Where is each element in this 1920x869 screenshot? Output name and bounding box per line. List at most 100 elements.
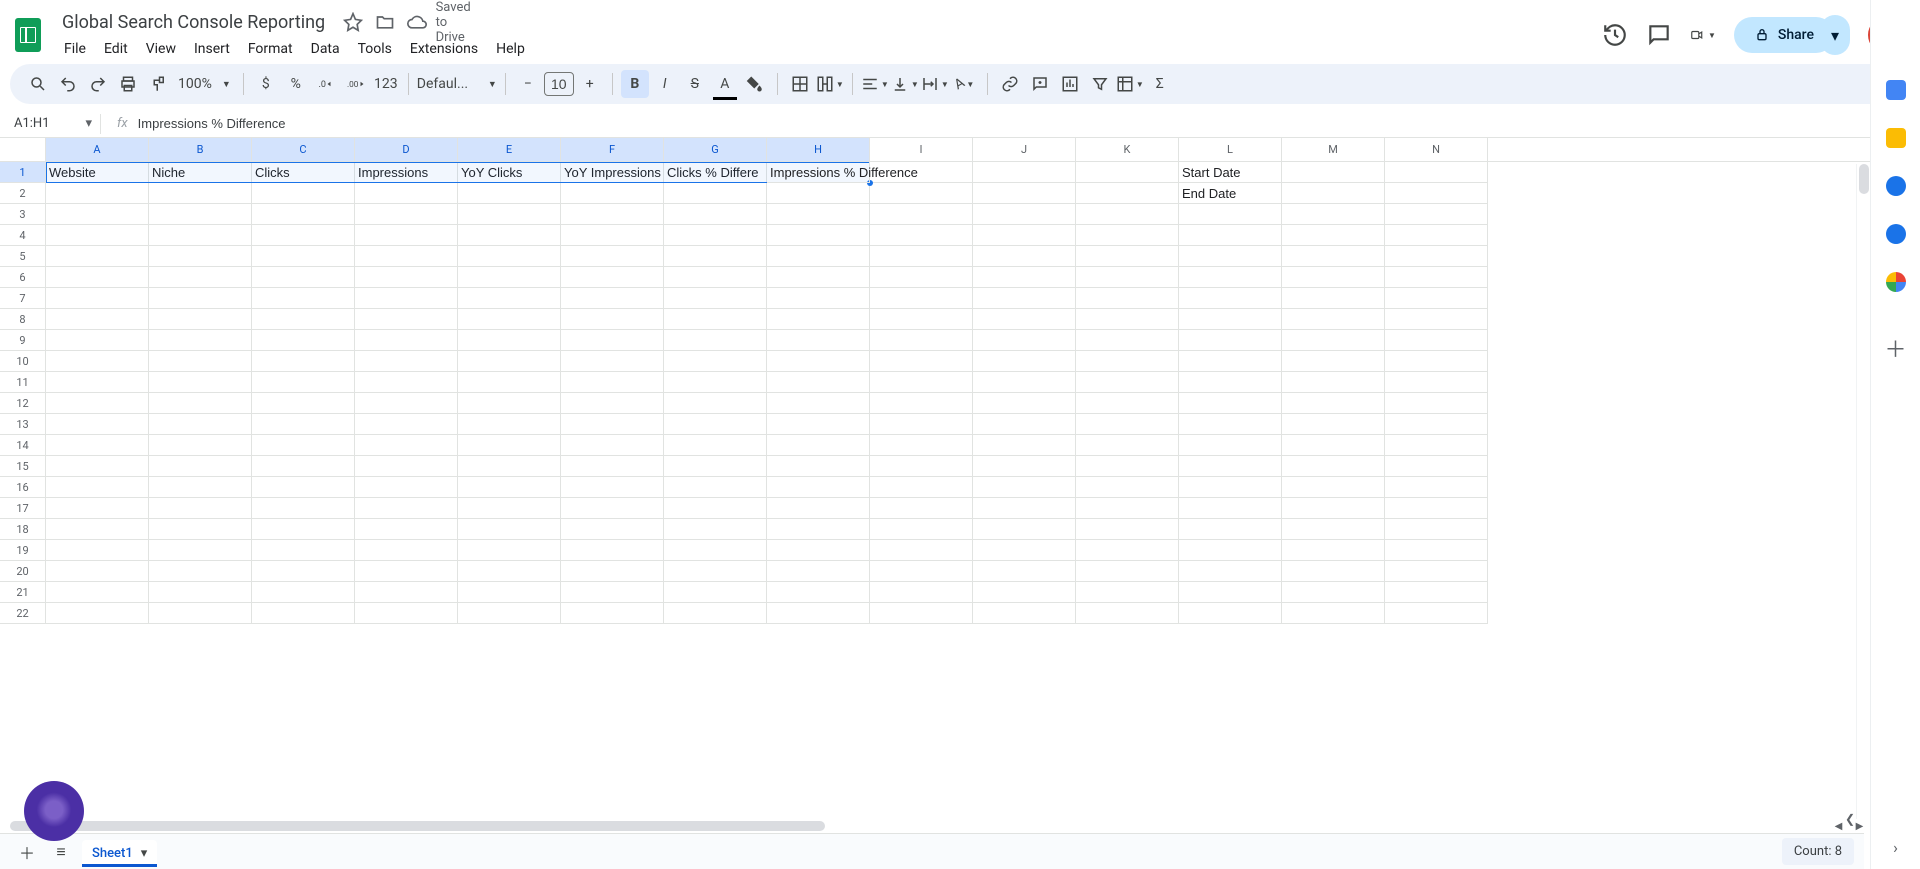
cell[interactable] [149, 603, 252, 624]
cell[interactable] [46, 225, 149, 246]
cell[interactable] [973, 330, 1076, 351]
row-header[interactable]: 20 [0, 561, 46, 582]
cell[interactable] [458, 603, 561, 624]
zoom-select[interactable]: 100%▼ [174, 76, 235, 92]
menu-format[interactable]: Format [240, 37, 301, 61]
col-header[interactable]: E [458, 138, 561, 161]
cell[interactable] [149, 456, 252, 477]
cell[interactable] [973, 288, 1076, 309]
cell[interactable] [1385, 414, 1488, 435]
cell[interactable] [1282, 456, 1385, 477]
cell[interactable] [149, 519, 252, 540]
cell[interactable] [1385, 540, 1488, 561]
move-icon[interactable] [375, 12, 395, 32]
cell[interactable] [355, 498, 458, 519]
row-header[interactable]: 14 [0, 435, 46, 456]
strikethrough-button[interactable]: S [681, 70, 709, 98]
cell[interactable] [664, 183, 767, 204]
cell[interactable] [664, 582, 767, 603]
fill-color-button[interactable] [741, 70, 769, 98]
cell[interactable] [46, 288, 149, 309]
cell[interactable] [1282, 498, 1385, 519]
cell[interactable] [46, 603, 149, 624]
row-header[interactable]: 22 [0, 603, 46, 624]
cell[interactable] [458, 288, 561, 309]
cell[interactable] [252, 246, 355, 267]
cell[interactable] [252, 561, 355, 582]
cell[interactable] [355, 414, 458, 435]
cell[interactable] [1282, 393, 1385, 414]
cell[interactable] [46, 246, 149, 267]
cell[interactable] [1282, 288, 1385, 309]
cell[interactable] [664, 330, 767, 351]
rotate-button[interactable]: A▼ [951, 70, 979, 98]
cell[interactable] [561, 225, 664, 246]
cell[interactable] [46, 498, 149, 519]
cell[interactable] [561, 435, 664, 456]
cell[interactable] [870, 540, 973, 561]
row-header[interactable]: 6 [0, 267, 46, 288]
cell[interactable] [458, 351, 561, 372]
cell[interactable] [561, 519, 664, 540]
col-header[interactable]: J [973, 138, 1076, 161]
cell[interactable] [973, 351, 1076, 372]
cell[interactable] [252, 288, 355, 309]
cell[interactable] [767, 183, 870, 204]
cell[interactable] [1282, 603, 1385, 624]
cell[interactable] [252, 183, 355, 204]
cell[interactable] [355, 393, 458, 414]
cell[interactable] [1179, 540, 1282, 561]
cell[interactable] [664, 477, 767, 498]
cloud-saved-icon[interactable] [407, 12, 427, 32]
cell[interactable] [870, 582, 973, 603]
cell[interactable] [664, 351, 767, 372]
cell[interactable] [973, 582, 1076, 603]
row-header[interactable]: 8 [0, 309, 46, 330]
cell[interactable] [664, 540, 767, 561]
cell[interactable] [1076, 183, 1179, 204]
cell[interactable] [1179, 435, 1282, 456]
cell[interactable] [973, 225, 1076, 246]
cell[interactable] [1385, 246, 1488, 267]
cell[interactable] [1179, 603, 1282, 624]
cell[interactable] [355, 519, 458, 540]
explore-chevron-icon[interactable]: ❮ [1838, 809, 1862, 829]
cell[interactable] [973, 267, 1076, 288]
cell[interactable] [664, 435, 767, 456]
undo-icon[interactable] [54, 70, 82, 98]
cell[interactable] [149, 351, 252, 372]
cell[interactable] [664, 498, 767, 519]
valign-button[interactable]: ▼ [891, 70, 919, 98]
cell[interactable] [1179, 246, 1282, 267]
cell[interactable] [1076, 162, 1179, 183]
cell[interactable] [664, 246, 767, 267]
menu-view[interactable]: View [138, 37, 184, 61]
cell[interactable] [252, 477, 355, 498]
cell[interactable] [149, 288, 252, 309]
cell[interactable] [355, 603, 458, 624]
cell[interactable] [664, 519, 767, 540]
cell[interactable] [1385, 519, 1488, 540]
cell[interactable] [767, 519, 870, 540]
cell[interactable] [1179, 288, 1282, 309]
cell[interactable] [149, 477, 252, 498]
cell[interactable] [561, 246, 664, 267]
cell[interactable] [252, 582, 355, 603]
cell[interactable] [561, 393, 664, 414]
cell[interactable] [458, 477, 561, 498]
more-formats-button[interactable]: 123 [372, 70, 400, 98]
cell[interactable] [1282, 582, 1385, 603]
cell[interactable] [1179, 414, 1282, 435]
cell[interactable] [149, 204, 252, 225]
cell[interactable] [767, 309, 870, 330]
cell[interactable] [355, 183, 458, 204]
cell[interactable] [1179, 267, 1282, 288]
cell[interactable] [1076, 540, 1179, 561]
cell[interactable] [870, 414, 973, 435]
cell[interactable] [355, 330, 458, 351]
cell[interactable] [458, 393, 561, 414]
cell[interactable] [561, 309, 664, 330]
history-icon[interactable] [1602, 22, 1628, 48]
cell[interactable] [46, 540, 149, 561]
cell[interactable] [1282, 330, 1385, 351]
